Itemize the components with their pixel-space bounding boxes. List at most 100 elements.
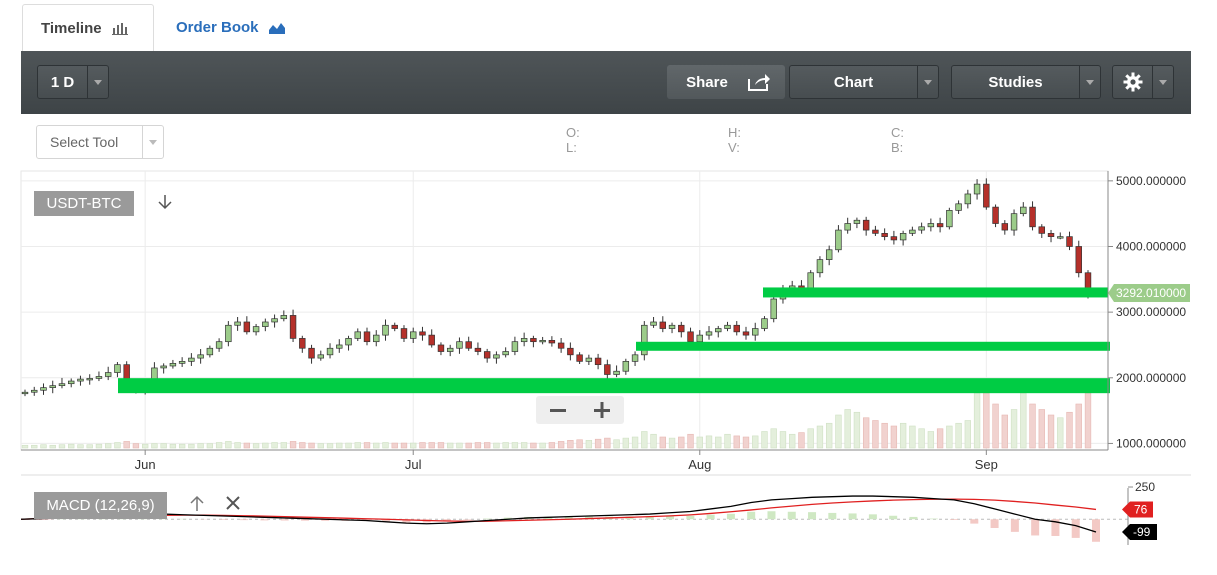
chart-type-select[interactable]: Chart	[789, 65, 939, 99]
volume-bar	[835, 414, 842, 449]
volume-bar	[31, 444, 38, 449]
volume-bar	[1001, 414, 1008, 449]
volume-bar	[807, 428, 814, 449]
volume-bar	[862, 417, 870, 449]
candle-body	[1010, 213, 1018, 231]
candle-body	[151, 367, 158, 388]
volume-bar	[77, 444, 84, 449]
macd-histogram-bar	[747, 511, 756, 520]
candle-body	[206, 347, 214, 356]
candle-body	[770, 298, 777, 320]
interval-select[interactable]: 1 D	[37, 65, 109, 99]
ohlc-high-volume: H: V:	[728, 125, 741, 155]
macd-tick-label: 250	[1135, 480, 1155, 494]
volume-bar	[317, 443, 324, 449]
volume-bar	[964, 420, 972, 449]
candle-body	[788, 285, 796, 290]
ohlc-close-b: C: B:	[891, 125, 904, 155]
candle-body	[715, 328, 722, 333]
volume-bar	[345, 442, 352, 449]
volume-bar	[946, 425, 953, 449]
tab-order-book[interactable]: Order Book	[158, 4, 303, 51]
candle-body	[807, 272, 814, 290]
volume-bar	[188, 443, 195, 449]
candle-body	[973, 183, 981, 195]
candle-body	[456, 341, 463, 349]
time-tick-label: Jul	[405, 457, 422, 472]
volume-bar	[336, 442, 343, 449]
macd-histogram-bar	[909, 516, 918, 520]
ohlc-open-low: O: L:	[566, 125, 580, 155]
volume-bar	[613, 439, 620, 449]
candle-body	[483, 351, 491, 359]
b-label: B:	[891, 140, 904, 155]
candle-body	[585, 357, 593, 362]
volume-bar	[1047, 414, 1055, 449]
volume-bar	[548, 442, 556, 449]
candle-body	[936, 223, 944, 228]
volume-bar	[363, 442, 371, 449]
volume-bar	[687, 433, 694, 449]
volume-bar	[1057, 417, 1064, 449]
candle-body	[844, 223, 851, 231]
candle-body	[215, 341, 223, 349]
candle-body	[761, 318, 768, 329]
candle-body	[511, 341, 519, 352]
candle-body	[474, 347, 482, 352]
candle-body	[613, 370, 620, 375]
macd-histogram-bar	[544, 516, 553, 520]
zoom-in-button[interactable]	[580, 396, 624, 424]
candle-body	[881, 233, 888, 237]
candle-body	[650, 321, 657, 326]
candle-body	[289, 315, 297, 339]
move-up-icon[interactable]	[188, 494, 206, 517]
candle-body	[779, 288, 787, 300]
volume-bar	[1010, 409, 1018, 449]
candle-body	[604, 364, 611, 375]
symbol-badge[interactable]: USDT-BTC	[34, 191, 134, 216]
volume-bar	[631, 436, 639, 449]
close-icon[interactable]	[225, 494, 241, 517]
candle-body	[964, 193, 972, 205]
studies-label: Studies	[988, 73, 1043, 91]
candle-body	[188, 357, 195, 362]
volume-bar	[899, 422, 907, 449]
chevron-down-icon	[142, 126, 163, 158]
volume-bar	[215, 442, 223, 449]
support-line	[118, 378, 1110, 394]
candle-body	[622, 361, 630, 372]
price-tick-label: 3000.000000	[1116, 305, 1186, 319]
chevron-down-icon	[917, 66, 938, 98]
macd-histogram-bar	[950, 519, 959, 521]
support-line	[636, 341, 1110, 351]
candle-body	[68, 380, 75, 385]
volume-bar	[761, 431, 768, 449]
signal-value-tag: 76	[1122, 501, 1153, 518]
zoom-out-button[interactable]	[536, 396, 580, 424]
volume-bar	[382, 442, 389, 449]
macd-badge[interactable]: MACD (12,26,9)	[34, 492, 167, 519]
select-tool-dropdown[interactable]: Select Tool	[36, 125, 164, 159]
volume-bar	[178, 443, 186, 449]
arrow-down-icon[interactable]	[156, 193, 174, 216]
volume-bar	[715, 436, 722, 449]
candle-body	[160, 365, 167, 369]
volume-bar	[400, 442, 408, 449]
volume-label: V:	[728, 140, 740, 155]
studies-select[interactable]: Studies	[951, 65, 1101, 99]
volume-bar	[68, 443, 75, 449]
candle-body	[983, 183, 990, 208]
share-button[interactable]: Share	[667, 65, 785, 99]
open-label: O:	[566, 125, 580, 140]
volume-bar	[132, 443, 140, 449]
volume-bar	[705, 435, 713, 449]
candle-body	[752, 328, 759, 336]
settings-button[interactable]	[1112, 65, 1174, 99]
macd-histogram-bar	[990, 519, 999, 528]
candle-body	[345, 338, 352, 346]
macd-histogram-bar	[321, 519, 330, 521]
macd-histogram-bar	[463, 519, 472, 520]
tab-timeline[interactable]: Timeline	[22, 4, 154, 52]
candle-body	[271, 318, 278, 323]
volume-bar	[798, 432, 805, 449]
